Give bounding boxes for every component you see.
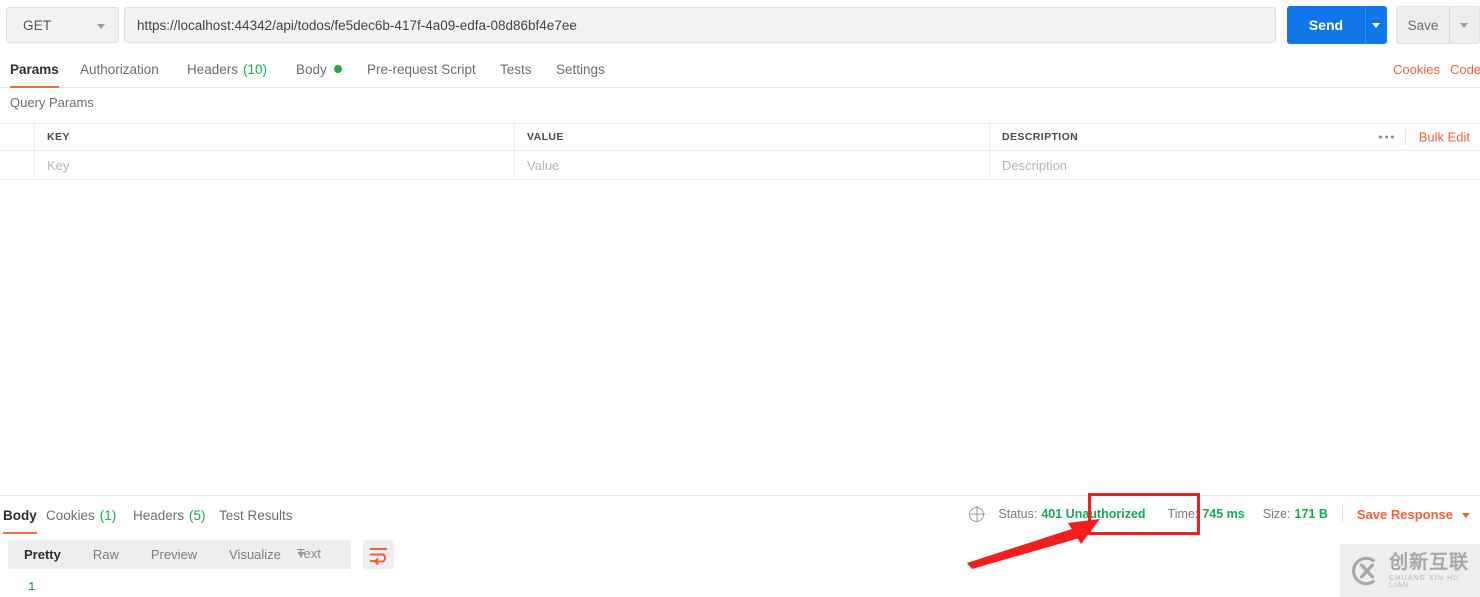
param-description-input[interactable]: Description (990, 151, 1480, 179)
request-url-bar: GET Send Save (0, 0, 1480, 50)
size-label: Size: (1262, 507, 1291, 521)
tab-body[interactable]: Body (296, 50, 342, 88)
column-header-value: VALUE (515, 124, 990, 150)
table-row: Key Value Description (0, 151, 1480, 180)
tab-tests[interactable]: Tests (500, 50, 532, 88)
query-params-table: KEY VALUE DESCRIPTION Bulk Edit Key Valu… (0, 123, 1480, 180)
format-preview-button[interactable]: Preview (135, 540, 213, 569)
time-label: Time: (1167, 507, 1199, 521)
code-link[interactable]: Code (1450, 50, 1480, 88)
watermark-pinyin-text: CHUANG XIN HU LIAN (1389, 574, 1460, 589)
send-button[interactable]: Send (1287, 6, 1365, 44)
watermark-chinese-text: 创新互联 (1389, 551, 1470, 573)
response-tab-body[interactable]: Body (3, 496, 37, 534)
response-language-select[interactable]: Text (285, 540, 351, 569)
tab-label: Test Results (219, 507, 293, 523)
tab-headers[interactable]: Headers (10) (187, 50, 267, 88)
tab-settings[interactable]: Settings (556, 50, 605, 88)
query-params-title: Query Params (10, 95, 94, 110)
wrap-text-icon (370, 548, 387, 566)
tab-label: Body (3, 507, 37, 523)
table-header-row: KEY VALUE DESCRIPTION Bulk Edit (0, 124, 1480, 151)
save-response-button[interactable]: Save Response (1357, 507, 1470, 522)
body-present-dot-icon (333, 65, 342, 73)
watermark-logo-icon (1352, 556, 1376, 585)
globe-icon[interactable] (969, 506, 985, 522)
more-options-icon[interactable] (1379, 135, 1394, 139)
http-method-label: GET (23, 17, 52, 33)
tab-count: (10) (243, 61, 268, 77)
request-url-input[interactable] (124, 7, 1276, 43)
chevron-down-icon (1372, 23, 1380, 28)
param-value-input[interactable]: Value (515, 151, 990, 179)
tab-params[interactable]: Params (10, 50, 59, 88)
chevron-down-icon (297, 552, 305, 557)
format-raw-button[interactable]: Raw (77, 540, 135, 569)
http-method-select[interactable]: GET (6, 7, 119, 43)
row-checkbox-cell[interactable] (0, 151, 35, 179)
tab-label: Params (10, 61, 59, 77)
bulk-edit-link[interactable]: Bulk Edit (1419, 130, 1470, 145)
response-format-group: Pretty Raw Preview Visualize (8, 540, 297, 569)
column-header-key: KEY (35, 124, 515, 150)
tab-authorization[interactable]: Authorization (80, 50, 159, 88)
chevron-down-icon (97, 24, 105, 29)
wrap-text-button[interactable] (363, 540, 394, 569)
chevron-down-icon (1460, 23, 1468, 28)
response-tab-headers[interactable]: Headers (5) (133, 496, 206, 534)
divider (1341, 506, 1343, 522)
tab-label: Tests (500, 61, 532, 77)
tab-label: Pre-request Script (367, 61, 476, 77)
size-value: 171 B (1294, 507, 1328, 521)
chevron-down-icon (1462, 512, 1470, 518)
time-value: 745 ms (1202, 507, 1245, 521)
param-key-input[interactable]: Key (35, 151, 515, 179)
save-button[interactable]: Save (1396, 6, 1449, 44)
format-pretty-button[interactable]: Pretty (8, 540, 77, 569)
status-value: 401 Unauthorized (1041, 507, 1146, 521)
tab-label: Body (296, 61, 327, 77)
save-options-button[interactable] (1449, 6, 1480, 44)
tab-label: Headers (133, 507, 185, 523)
tab-pre-request-script[interactable]: Pre-request Script (367, 50, 476, 88)
watermark: 创新互联 CHUANG XIN HU LIAN (1340, 544, 1480, 597)
response-tab-cookies[interactable]: Cookies (1) (46, 496, 116, 534)
save-response-label: Save Response (1356, 506, 1453, 522)
response-line-number: 1 (28, 580, 36, 594)
response-tab-test-results[interactable]: Test Results (219, 496, 293, 534)
tab-label: Authorization (80, 61, 159, 77)
column-header-description: DESCRIPTION Bulk Edit (1002, 129, 1470, 145)
divider (1405, 129, 1406, 145)
select-all-cell[interactable] (0, 124, 35, 150)
tab-label: Headers (187, 61, 239, 77)
tab-count: (5) (189, 507, 206, 523)
status-label: Status: (998, 507, 1038, 521)
response-status-bar: Status: 401 Unauthorized Time: 745 ms Si… (969, 496, 1470, 532)
request-tab-bar: Params Authorization Headers (10) Body P… (0, 50, 1480, 88)
tab-label: Settings (556, 61, 605, 77)
send-options-button[interactable] (1365, 6, 1387, 44)
tab-label: Cookies (46, 507, 95, 523)
cookies-link[interactable]: Cookies (1393, 50, 1440, 88)
tab-count: (1) (99, 507, 117, 523)
